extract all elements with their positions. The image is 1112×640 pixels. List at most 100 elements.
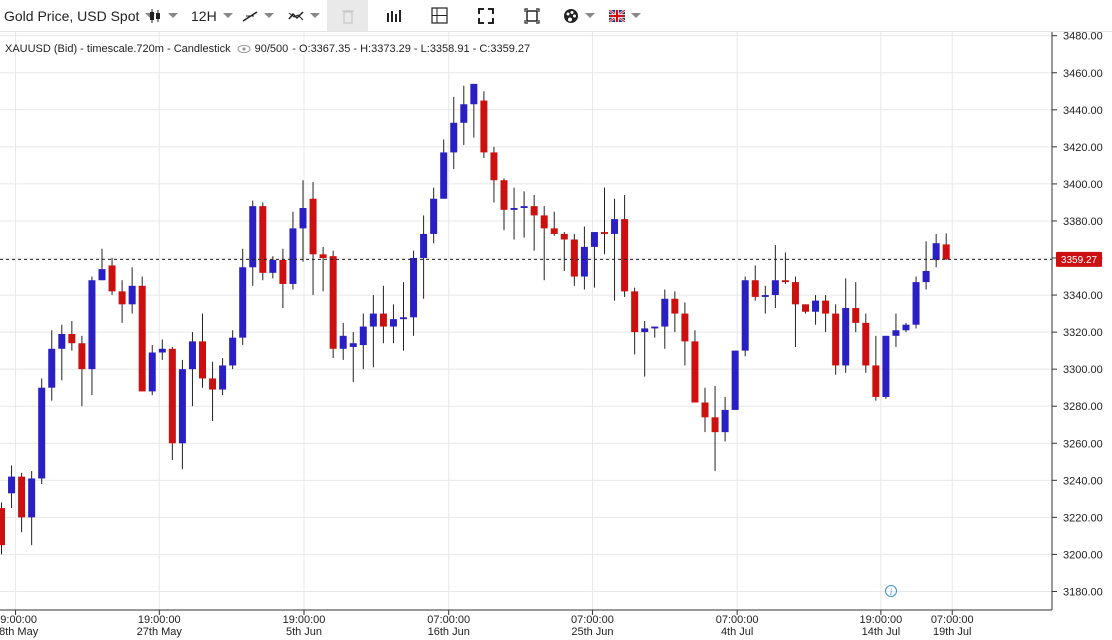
candle-body [440,152,448,199]
candle-body [882,335,890,397]
candle-body [711,417,719,433]
ohlc-values: - O:3367.35 - H:3373.29 - L:3358.91 - C:… [292,43,531,55]
candle [812,295,820,325]
candle [148,345,156,396]
info-icon[interactable]: i [885,585,897,597]
ohlc-info-bar: XAUUSD (Bid) - timescale.720m - Candlest… [5,43,530,55]
candle [701,387,709,433]
candle [842,278,850,373]
candle-body [510,207,518,210]
candles [0,83,950,555]
timeframe-selector[interactable]: 12H [191,0,233,31]
language-selector[interactable] [609,0,641,31]
candle-body [158,348,166,353]
chart-type-button[interactable] [148,0,178,31]
candle [118,280,126,323]
candle [379,285,387,344]
candle-body [671,298,679,314]
candle [671,291,679,333]
delete-drawings-button[interactable] [327,0,368,31]
chevron-down-icon [222,13,233,18]
candle [209,361,217,422]
y-tick-label: 3280.00 [1063,401,1103,413]
candle [78,335,86,407]
drawing-tools-button[interactable] [242,0,274,31]
fit-screen-icon [524,7,540,24]
candle-body [48,348,56,388]
y-tick-label: 3200.00 [1063,549,1103,561]
y-tick-label: 3400.00 [1063,179,1103,191]
candle [329,250,337,359]
bar-chart-button[interactable] [386,0,402,31]
candle-body [58,333,66,349]
candle [168,346,176,460]
candle-body [239,267,247,338]
candle-body [68,333,76,344]
candle-body [912,282,920,325]
bar-chart-icon [387,9,401,22]
candle-body [631,291,639,333]
candle-body [691,341,699,403]
candle [470,83,478,138]
candle-body [138,285,146,392]
candle-body [279,259,287,284]
candle [319,246,327,292]
uk-flag-icon [609,9,625,22]
candle [711,385,719,472]
x-tick-time: 19:00:00 [859,614,902,626]
indicators-button[interactable] [288,0,320,31]
candle [882,335,890,399]
candle [349,332,357,383]
candle [902,322,910,333]
x-tick-time: 19:00:00 [283,614,326,626]
candle [510,187,518,240]
candle [108,258,116,296]
y-tick-label: 3440.00 [1063,105,1103,117]
candle [550,211,558,236]
crosshair-button[interactable] [431,0,448,31]
x-tick-date: 16th Jun [428,626,470,638]
candle-body [430,198,438,234]
fullscreen-button[interactable] [478,0,494,31]
candle [199,313,206,388]
candle-body [450,122,458,153]
bar-count: 90/500 [254,43,289,55]
candle-body [98,269,106,281]
candle-body [319,254,327,259]
candle-body [560,233,568,240]
y-tick-label: 3300.00 [1063,364,1103,376]
y-tick-label: 3220.00 [1063,512,1103,524]
candle [98,248,106,281]
candle [460,85,468,146]
fit-screen-button[interactable] [524,0,540,31]
candlestick-type-icon [150,8,160,23]
y-tick-label: 3180.00 [1063,586,1103,598]
chevron-down-icon [631,13,641,18]
candle-body [661,298,669,327]
candle [641,321,649,377]
candle-body [188,341,196,370]
candle [410,250,418,336]
candle [520,191,528,238]
candle [0,502,5,555]
candle [932,233,940,268]
candle-body [822,300,830,314]
candle-body [932,243,940,260]
candle [661,289,669,349]
candle [872,335,880,401]
candle [28,471,36,546]
instrument-selector[interactable]: Gold Price, USD Spot [4,0,156,31]
candle [8,465,16,509]
theme-button[interactable] [563,0,595,31]
price-chart[interactable]: 3180.00 3200.00 3220.00 3240.00 3260.00 3280.… [0,32,1112,640]
candle-body [379,313,387,327]
eye-icon[interactable] [237,44,251,54]
candle-body [540,215,548,229]
chevron-down-icon [585,13,595,18]
candle-body [641,328,649,333]
candle-body [88,280,96,370]
candle-body [570,239,578,277]
crosshair-icon [431,7,448,24]
x-tick-date: 19th Jul [933,626,972,638]
x-tick-time: 07:00:00 [716,614,759,626]
